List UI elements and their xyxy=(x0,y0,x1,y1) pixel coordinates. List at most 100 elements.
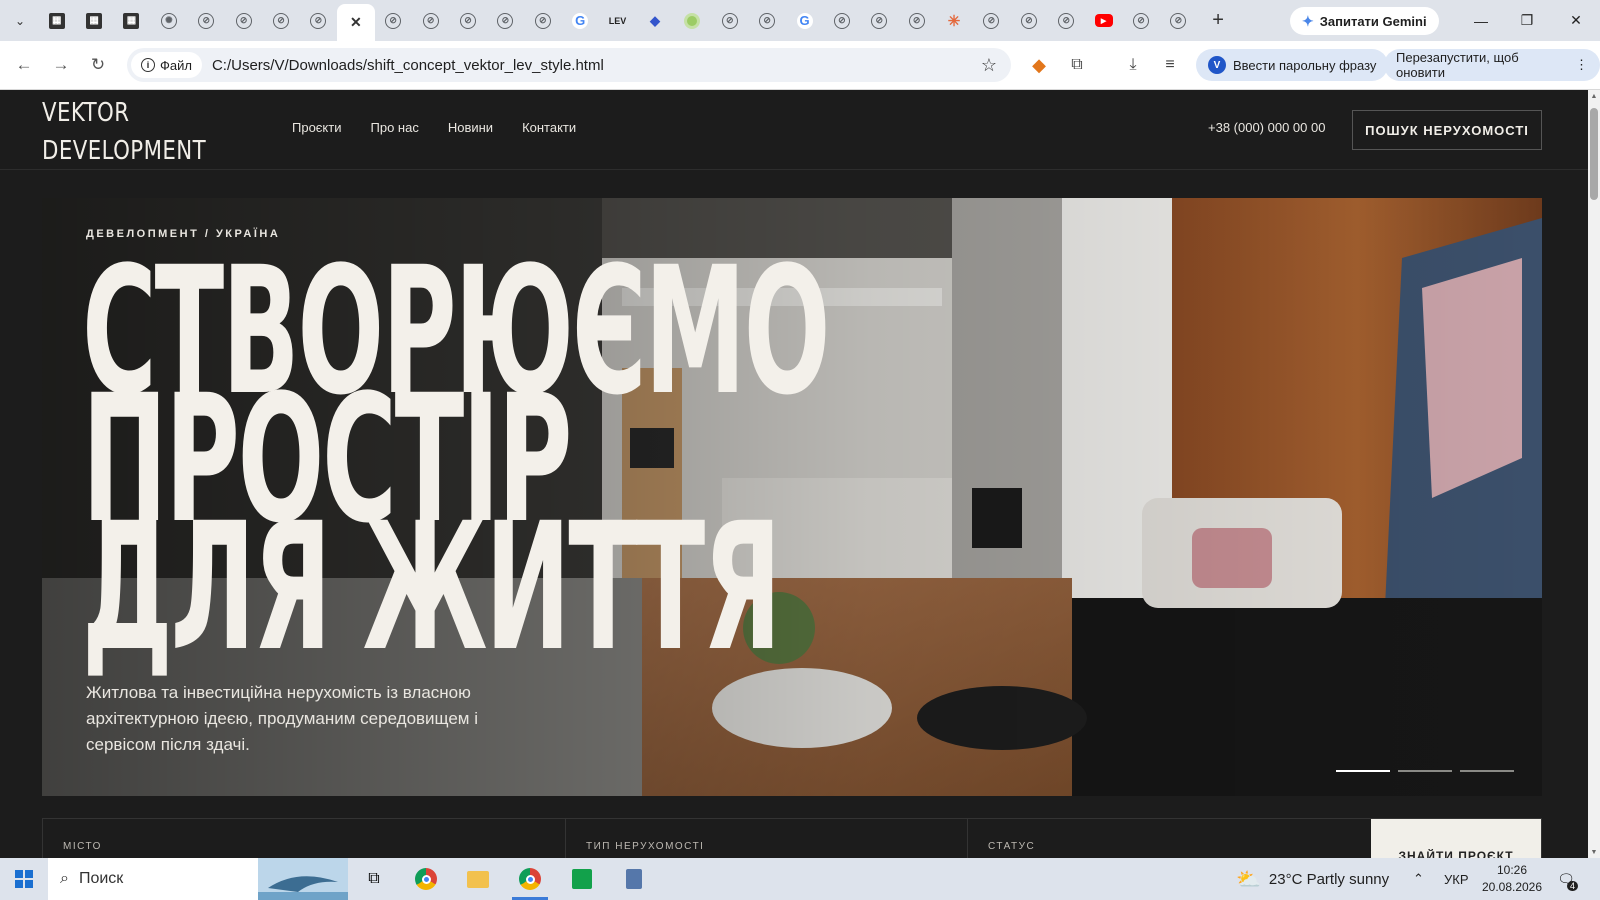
browser-tab[interactable]: ⊘ xyxy=(898,0,935,41)
restart-update-button[interactable]: Перезапустити, щоб оновити ⋮ xyxy=(1384,49,1600,81)
restore-window-icon[interactable]: ❐ xyxy=(1504,0,1550,41)
scrollbar-thumb[interactable] xyxy=(1590,108,1598,200)
forward-arrow-icon[interactable]: → xyxy=(45,49,77,81)
browser-tab[interactable]: ⊘ xyxy=(449,0,486,41)
input-language[interactable]: УКР xyxy=(1444,858,1469,900)
clock-date: 20.08.2026 xyxy=(1481,880,1543,894)
hero-title-line-3: ДЛЯ ЖИТТЯ xyxy=(82,485,782,690)
windows-start-icon[interactable] xyxy=(0,858,48,900)
reload-icon[interactable]: ↻ xyxy=(82,49,114,81)
address-bar[interactable]: i Файл C:/Users/V/Downloads/shift_concep… xyxy=(127,48,1011,82)
browser-tab[interactable]: ⊘ xyxy=(262,0,299,41)
bookmark-star-icon[interactable]: ☆ xyxy=(981,55,997,76)
browser-tab[interactable]: ⊘ xyxy=(524,0,561,41)
browser-tab[interactable]: ✺ xyxy=(150,0,187,41)
browser-tab[interactable]: ⊘ xyxy=(748,0,785,41)
logo-line-2: DEVELOPMENT xyxy=(42,136,207,166)
web-page: VEKTOR DEVELOPMENT Проєкти Про нас Новин… xyxy=(0,90,1588,858)
slider-dot[interactable] xyxy=(1398,770,1452,772)
task-view-icon[interactable]: ⧉ xyxy=(348,858,400,900)
taskbar-search-placeholder: Поиск xyxy=(78,870,124,887)
tab-search-chevron-icon[interactable]: ⌄ xyxy=(8,9,32,33)
property-type-select[interactable]: ТИП НЕРУХОМОСТІ xyxy=(566,819,968,858)
browser-tab[interactable]: ▦ xyxy=(75,0,112,41)
browser-tab[interactable]: ⊘ xyxy=(823,0,860,41)
browser-tab[interactable]: ⊘ xyxy=(300,0,337,41)
find-project-button[interactable]: ЗНАЙТИ ПРОЄКТ xyxy=(1371,819,1541,858)
chrome-taskbar-icon[interactable] xyxy=(400,858,452,900)
browser-tab[interactable]: G xyxy=(786,0,823,41)
notification-center-icon[interactable]: 🗨 4 xyxy=(1554,867,1578,891)
site-logo[interactable]: VEKTOR DEVELOPMENT xyxy=(42,94,206,170)
globe-icon: ⊘ xyxy=(1170,12,1187,29)
browser-tab[interactable]: ⊘ xyxy=(1010,0,1047,41)
browser-tab[interactable]: ✳ xyxy=(935,0,972,41)
browser-tab[interactable]: G xyxy=(561,0,598,41)
media-queue-icon[interactable]: ≡ xyxy=(1155,50,1185,80)
extensions-puzzle-icon[interactable]: ⧉ xyxy=(1062,50,1092,80)
taskbar-search-input[interactable]: ⌕ Поиск xyxy=(48,858,348,900)
browser-tab[interactable]: ⊘ xyxy=(973,0,1010,41)
download-icon[interactable]: ⤓ xyxy=(1118,50,1148,80)
globe-icon: ⊘ xyxy=(385,12,402,29)
browser-tab[interactable]: ⊘ xyxy=(375,0,412,41)
taskbar-clock[interactable]: 10:26 20.08.2026 xyxy=(1474,862,1550,896)
new-tab-button[interactable]: + xyxy=(1203,6,1233,36)
nav-contacts[interactable]: Контакти xyxy=(522,120,576,135)
page-scrollbar[interactable]: ▲ ▼ xyxy=(1588,90,1600,858)
chrome-profile-taskbar-icon[interactable] xyxy=(504,858,556,900)
browser-tab[interactable]: ⊘ xyxy=(711,0,748,41)
browser-tab[interactable] xyxy=(674,0,711,41)
site-info-label: Файл xyxy=(160,57,192,73)
globe-icon: ⊘ xyxy=(759,12,776,29)
globe-icon: ⊘ xyxy=(1020,12,1037,29)
browser-tab[interactable]: ⊘ xyxy=(487,0,524,41)
tray-chevron-up-icon[interactable]: ⌃ xyxy=(1413,858,1424,900)
hero-title: СТВОРЮЄМО ПРОСТІР ДЛЯ ЖИТТЯ xyxy=(82,244,830,690)
nav-projects[interactable]: Проєкти xyxy=(292,120,342,135)
nav-about[interactable]: Про нас xyxy=(371,120,419,135)
spreadsheet-app-icon[interactable] xyxy=(556,858,608,900)
city-select[interactable]: МІСТО xyxy=(43,819,566,858)
passphrase-button[interactable]: V Ввести парольну фразу xyxy=(1196,49,1389,81)
site-header: VEKTOR DEVELOPMENT Проєкти Про нас Новин… xyxy=(0,90,1588,170)
ask-gemini-button[interactable]: ✦ Запитати Gemini xyxy=(1290,7,1439,35)
weather-widget[interactable]: ⛅ 23°C Partly sunny xyxy=(1236,858,1389,900)
calculator-icon[interactable] xyxy=(608,858,660,900)
scroll-up-arrow-icon[interactable]: ▲ xyxy=(1588,90,1600,102)
browser-tab[interactable]: ⊘ xyxy=(1122,0,1159,41)
status-label: СТАТУС xyxy=(988,841,1036,852)
browser-tab[interactable]: ✕ xyxy=(337,4,375,41)
browser-tab[interactable]: ⊘ xyxy=(861,0,898,41)
minimize-window-icon[interactable]: — xyxy=(1458,0,1504,41)
metamask-fox-icon[interactable]: ◆ xyxy=(1024,50,1054,80)
file-explorer-icon[interactable] xyxy=(452,858,504,900)
browser-tab[interactable]: ⊘ xyxy=(1160,0,1197,41)
windows-taskbar: ⌕ Поиск ⧉ ⛅ 23°C Partly sunny ⌃ УКР 10:2… xyxy=(0,858,1600,900)
close-icon[interactable]: ✕ xyxy=(348,14,364,31)
browser-tab[interactable]: ⊘ xyxy=(188,0,225,41)
slider-dot[interactable] xyxy=(1460,770,1514,772)
status-select[interactable]: СТАТУС xyxy=(968,819,1371,858)
url-text[interactable]: C:/Users/V/Downloads/shift_concept_vekto… xyxy=(212,57,604,74)
slider-dot[interactable] xyxy=(1336,770,1390,772)
browser-tab[interactable]: ⊘ xyxy=(412,0,449,41)
site-info-chip[interactable]: i Файл xyxy=(131,52,202,78)
browser-tab[interactable]: ▦ xyxy=(38,0,75,41)
ask-gemini-label: Запитати Gemini xyxy=(1319,13,1427,29)
browser-tab[interactable]: ▶ xyxy=(1085,0,1122,41)
browser-tab[interactable]: ⊘ xyxy=(1048,0,1085,41)
globe-icon: ⊘ xyxy=(721,12,738,29)
property-search-button[interactable]: ПОШУК НЕРУХОМОСТІ xyxy=(1352,110,1542,150)
browser-tab[interactable]: LEV xyxy=(599,0,636,41)
browser-tab[interactable]: ▦ xyxy=(113,0,150,41)
browser-tab[interactable]: ◆ xyxy=(636,0,673,41)
diamond-icon: ◆ xyxy=(649,12,660,28)
scroll-down-arrow-icon[interactable]: ▼ xyxy=(1588,846,1600,858)
close-window-icon[interactable]: ✕ xyxy=(1553,0,1599,41)
browser-tab[interactable]: ⊘ xyxy=(225,0,262,41)
nav-news[interactable]: Новини xyxy=(448,120,493,135)
phone-link[interactable]: +38 (000) 000 00 00 xyxy=(1208,120,1325,135)
kebab-menu-icon[interactable]: ⋮ xyxy=(1575,57,1588,73)
back-arrow-icon[interactable]: ← xyxy=(8,49,40,81)
